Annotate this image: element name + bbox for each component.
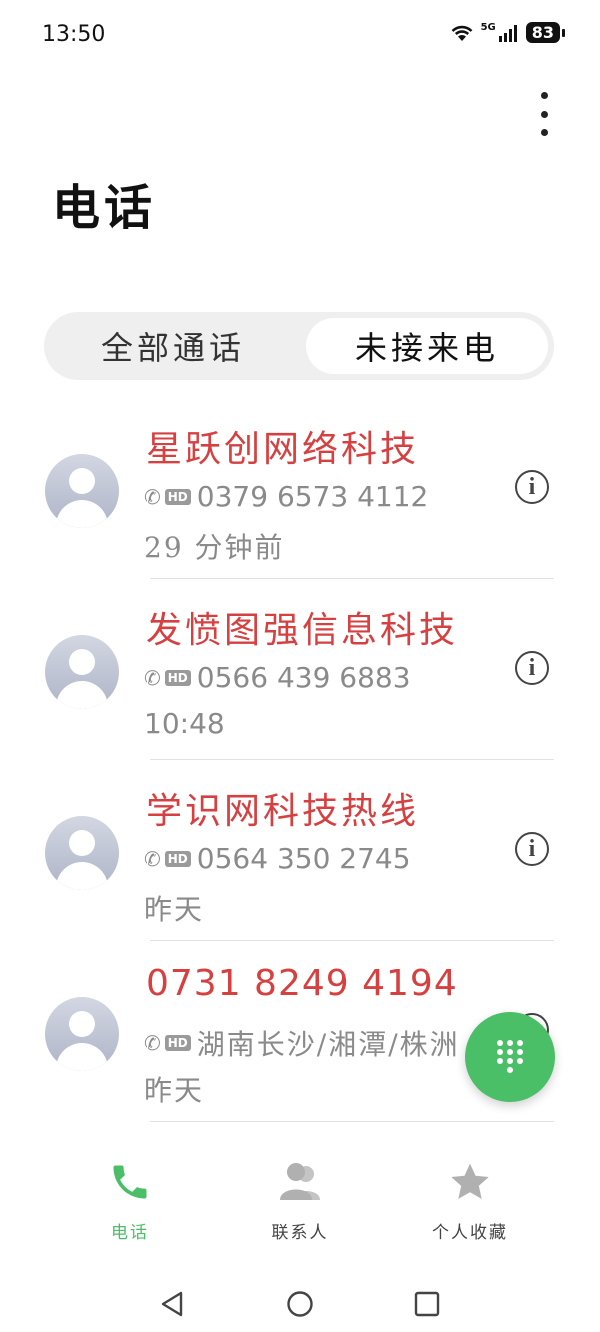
call-list-item[interactable]: 发愤图强信息科技 ✆ HD 0566 439 6883 10:48 i [0,579,600,760]
page-title: 电话 [52,180,157,236]
hd-badge: HD [164,669,191,686]
signal-icon [498,24,517,42]
home-icon [287,1291,313,1317]
call-detail: ✆ HD 0566 439 6883 [144,661,474,694]
status-icons: 5G 83 [449,22,566,43]
status-time: 13:50 [42,22,106,47]
hd-badge: HD [164,488,191,505]
dialpad-button[interactable] [465,1012,555,1102]
recents-icon [414,1291,440,1317]
home-button[interactable] [280,1284,320,1324]
missed-call-icon: ✆ [144,484,161,509]
call-detail: ✆ HD 0564 350 2745 [144,842,474,875]
call-time: 29 分钟前 [144,531,285,564]
missed-call-icon: ✆ [144,1031,161,1055]
avatar [45,997,119,1071]
call-detail: ✆ HD 湖南长沙/湘潭/株洲 [144,1023,474,1063]
system-nav-bar [0,1270,600,1332]
dialpad-icon [497,1040,523,1073]
avatar [45,816,119,890]
tab-all-calls[interactable]: 全部通话 [52,318,294,374]
network-type: 5G [480,22,496,33]
avatar [45,635,119,709]
nav-label-favorites: 个人收藏 [432,1223,508,1243]
hd-badge: HD [164,1035,191,1051]
phone-icon [113,1165,147,1199]
avatar [45,454,119,528]
nav-label-contacts: 联系人 [271,1223,329,1243]
call-number: 0566 439 6883 [196,661,411,694]
info-button[interactable]: i [515,470,549,504]
nav-item-phone[interactable]: 电话 [70,1160,190,1243]
call-time: 昨天 [144,893,205,926]
status-bar: 13:50 5G 83 [0,0,600,72]
contacts-icon [280,1163,320,1200]
more-vert-icon [540,92,548,99]
call-time: 10:48 [144,707,225,740]
star-icon [451,1163,489,1199]
call-location: 湖南长沙/湘潭/株洲 [196,1028,460,1061]
call-number: 0379 6573 4112 [196,480,429,513]
nav-item-contacts[interactable]: 联系人 [240,1160,360,1243]
call-filter-tabs: 全部通话 未接来电 [44,312,554,380]
more-vert-dot [540,129,548,136]
back-button[interactable] [152,1284,192,1324]
battery-indicator: 83 [525,22,566,43]
recents-button[interactable] [407,1284,447,1324]
caller-name: 发愤图强信息科技 [146,610,459,651]
more-vert-dot [540,110,548,118]
info-button[interactable]: i [515,832,549,866]
hd-badge: HD [164,850,191,867]
call-time: 昨天 [144,1074,205,1107]
call-list-item[interactable]: 星跃创网络科技 ✆ HD 0379 6573 4112 29 分钟前 i [0,398,600,579]
call-list-item[interactable]: 学识网科技热线 ✆ HD 0564 350 2745 昨天 i [0,760,600,941]
bottom-nav: 电话 联系人 个人收藏 [0,1160,600,1250]
more-options-button[interactable] [528,92,560,136]
info-icon: i [528,835,536,862]
missed-call-icon: ✆ [144,846,161,871]
divider [150,1121,554,1122]
nav-label-phone: 电话 [111,1223,149,1243]
caller-name: 0731 8249 4194 [146,963,458,1004]
wifi-icon [451,25,472,41]
info-icon: i [528,473,536,500]
caller-name: 星跃创网络科技 [146,429,420,470]
missed-call-icon: ✆ [144,665,161,690]
info-button[interactable]: i [515,651,549,685]
call-detail: ✆ HD 0379 6573 4112 [144,480,474,513]
nav-item-favorites[interactable]: 个人收藏 [410,1160,530,1243]
back-icon [161,1291,183,1317]
call-number: 0564 350 2745 [196,842,411,875]
caller-name: 学识网科技热线 [146,791,420,832]
tab-missed-calls[interactable]: 未接来电 [306,318,548,374]
info-icon: i [528,654,536,681]
